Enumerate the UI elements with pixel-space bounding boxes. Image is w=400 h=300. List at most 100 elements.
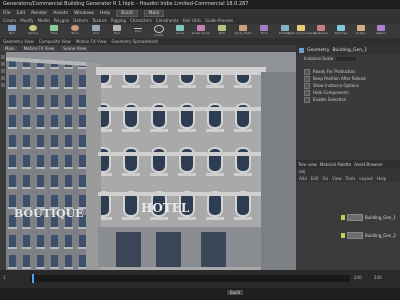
draw-curve-tool-button[interactable]: Draw Curve [192, 25, 210, 37]
network-node[interactable]: Building_Gen_2 [341, 232, 396, 239]
node-body[interactable] [347, 214, 363, 221]
tab-tree-view[interactable]: Tree view [298, 162, 317, 167]
menu-edit[interactable]: Edit [17, 11, 26, 16]
shelf-tab[interactable]: Rigging [111, 18, 126, 23]
shelf-tab[interactable]: Characters [130, 18, 152, 23]
spray-paint-tool-button[interactable]: Spray Paint [234, 25, 252, 37]
circle-tool-button[interactable]: Circle [150, 25, 168, 37]
param-row[interactable]: Hide Components [296, 89, 400, 96]
status-bar: Build [0, 288, 400, 300]
node-body[interactable] [347, 232, 363, 239]
parameter-pane: Geometry Building_Gen_1 Instance Scale R… [296, 45, 400, 160]
node-display-flag[interactable] [341, 215, 345, 220]
shelf-tab[interactable]: Guide Process [205, 18, 233, 23]
playhead[interactable] [32, 274, 34, 283]
param-row[interactable]: Ready For Production [296, 68, 400, 75]
network-node[interactable]: Building_Gen_1 [341, 214, 396, 221]
rotate-icon[interactable] [1, 69, 5, 73]
param-row[interactable]: Instance Scale [296, 55, 400, 62]
right-shelf: Lights and Cameras Collisions Particles … [286, 24, 400, 38]
shelf-tab[interactable]: Deform [73, 18, 88, 23]
timeline-scrubber[interactable] [30, 275, 350, 282]
collisions-tab[interactable]: Collisions [312, 25, 330, 37]
scene-viewport[interactable]: Main Motion FX View Scene View BOUTIQUE … [0, 45, 296, 270]
pane-tab-geometry-view[interactable]: Geometry View [3, 39, 34, 44]
timeline-end-label: 240 [354, 275, 362, 280]
node-label: Building_Gen_2 [365, 233, 396, 238]
param-row[interactable]: Enable Selection [296, 96, 400, 103]
checkbox[interactable] [304, 96, 310, 103]
curve-tool-button[interactable]: Curve [171, 25, 189, 37]
menu-assets[interactable]: Assets [53, 11, 68, 16]
node-name-label[interactable]: Building_Gen_1 [332, 48, 367, 53]
path-tool-button[interactable]: Path [213, 25, 231, 37]
menu-file[interactable]: File [3, 11, 11, 16]
shelf-tab[interactable]: Create [3, 18, 16, 23]
network-menu-help[interactable]: Help [377, 176, 386, 181]
network-menu-add[interactable]: Add [299, 176, 307, 181]
handle-icon[interactable] [1, 83, 5, 87]
pane-tab-composite-view[interactable]: Composite View [39, 39, 71, 44]
param-row[interactable]: Keep Position After Reload [296, 75, 400, 82]
network-path[interactable]: obj [299, 169, 305, 174]
shelf-tab[interactable]: Texture [92, 18, 107, 23]
window-title: Generators/Commercial Building Generator… [0, 0, 400, 9]
timeline-bar[interactable]: 240 240 1 [0, 270, 400, 288]
shelf-tabs: Create Modify Model Polygon Deform Textu… [0, 17, 400, 24]
line-tool-button[interactable]: Line [129, 25, 147, 37]
network-menu-go[interactable]: Go [323, 176, 329, 181]
network-path-bar: obj [296, 168, 400, 175]
select-icon[interactable] [1, 55, 5, 59]
grains-tab[interactable]: Grains [352, 25, 370, 37]
shelf-tab[interactable]: Constraints [156, 18, 179, 23]
viewport-tab-scene[interactable]: Scene View [60, 46, 90, 51]
null-tool-button[interactable]: Null [108, 25, 126, 37]
viewport-tab-motion[interactable]: Motion FX View [20, 46, 58, 51]
network-menu-tools[interactable]: Tools [346, 176, 356, 181]
network-menu-layout[interactable]: Layout [359, 176, 373, 181]
menu-windows[interactable]: Windows [74, 11, 94, 16]
menu-help[interactable]: Help [100, 11, 110, 16]
tab-asset-browser[interactable]: Asset Browser [354, 162, 382, 167]
tube-tool-button[interactable]: Tube [45, 25, 63, 37]
network-menu-view[interactable]: View [332, 176, 342, 181]
checkbox[interactable] [304, 68, 310, 75]
box-tool-button[interactable]: Box [3, 25, 21, 37]
grid-tool-button[interactable]: Grid [87, 25, 105, 37]
desktop-selector[interactable]: Build [116, 9, 138, 17]
menu-render[interactable]: Render [31, 11, 47, 16]
network-tabs: Tree view Material Palette Asset Browser [296, 160, 400, 168]
font-tool-button[interactable]: Font [255, 25, 273, 37]
torus-tool-button[interactable]: Torus [66, 25, 84, 37]
scale-icon[interactable] [1, 76, 5, 80]
tab-material-palette[interactable]: Material Palette [320, 162, 351, 167]
geometry-icon [299, 47, 304, 53]
pane-tab-geometry-spreadsheet[interactable]: Geometry Spreadsheet [111, 39, 157, 44]
shelf-tab[interactable]: Polygon [54, 18, 70, 23]
timeline-end2-label: 240 [374, 275, 382, 280]
sphere-tool-button[interactable]: Sphere [24, 25, 42, 37]
vellum-tab[interactable]: Vellum [372, 25, 390, 37]
network-menu-edit[interactable]: Edit [311, 176, 319, 181]
viewport-tab-main[interactable]: Main [2, 46, 18, 51]
instance-scale-field[interactable] [336, 56, 357, 61]
shelf-tab[interactable]: Modify [20, 18, 33, 23]
checkbox[interactable] [304, 75, 310, 82]
node-type-label: Geometry [307, 47, 330, 53]
param-row[interactable]: Show Instance Options [296, 82, 400, 89]
move-icon[interactable] [1, 62, 5, 66]
particles-tab[interactable]: Particles [332, 25, 350, 37]
checkbox[interactable] [304, 89, 310, 96]
viewport-tabs: Main Motion FX View Scene View [0, 45, 296, 52]
main-selector[interactable]: Main [143, 9, 165, 17]
node-display-flag[interactable] [341, 233, 345, 238]
shelf-tab[interactable]: Hair Utils [183, 18, 201, 23]
shelf-tab[interactable]: Model [38, 18, 50, 23]
node-label: Building_Gen_1 [365, 215, 396, 220]
network-menu-bar: Add Edit Go View Tools Layout Help [296, 175, 400, 182]
checkbox[interactable] [304, 82, 310, 89]
pane-tab-motion-fx-view[interactable]: Motion FX View [76, 39, 107, 44]
sign-hotel: HOTEL [141, 201, 190, 215]
parameter-header: Geometry Building_Gen_1 [296, 45, 400, 55]
lights-cameras-tab[interactable]: Lights and Cameras [286, 25, 316, 37]
